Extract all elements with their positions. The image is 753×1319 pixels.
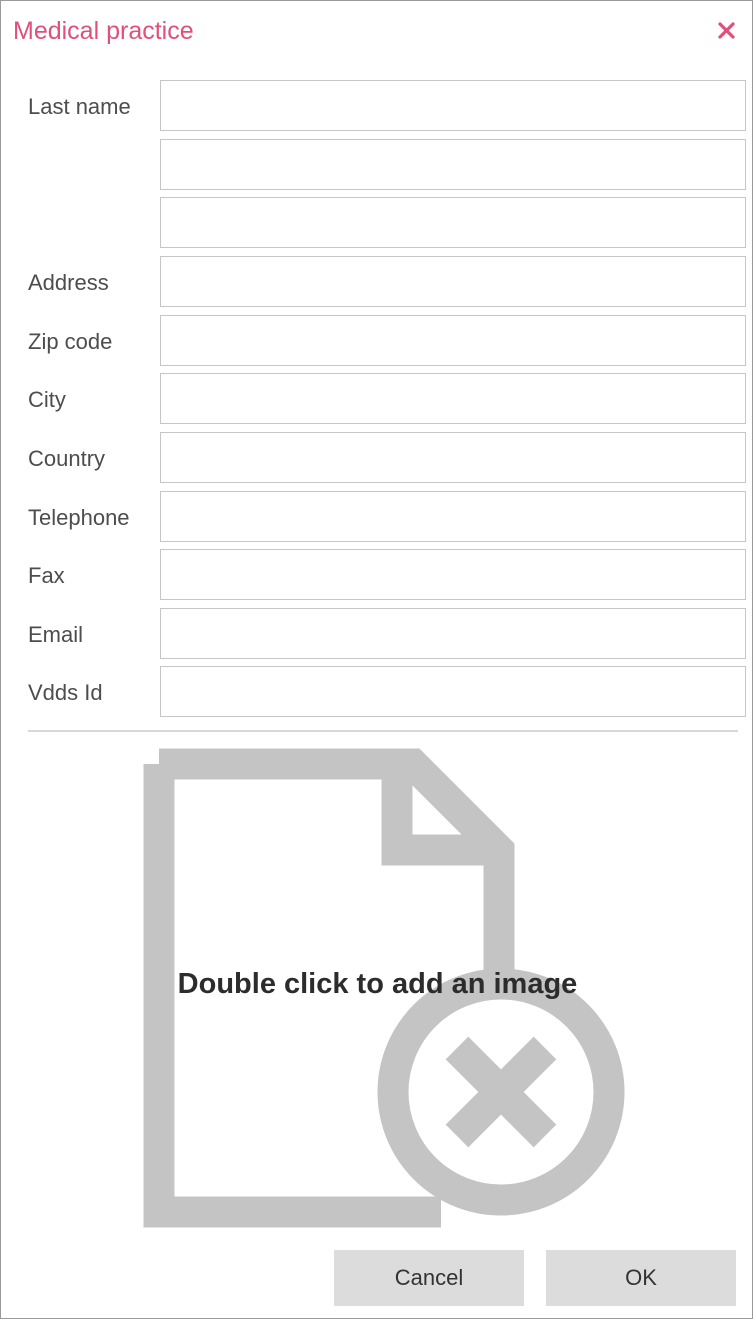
country-field[interactable] bbox=[160, 432, 746, 483]
email-label: Email bbox=[28, 622, 84, 647]
cancel-button[interactable]: Cancel bbox=[334, 1250, 524, 1306]
email-field[interactable] bbox=[160, 608, 746, 659]
close-icon[interactable] bbox=[712, 13, 742, 47]
last-name-field-1[interactable] bbox=[160, 80, 746, 131]
last-name-field-2[interactable] bbox=[160, 139, 746, 190]
telephone-label: Telephone bbox=[28, 505, 130, 530]
vdds-id-field[interactable] bbox=[160, 666, 746, 717]
medical-practice-dialog: Medical practice Last name Address Zip c… bbox=[0, 0, 753, 1319]
zip-code-label: Zip code bbox=[28, 329, 113, 354]
address-field[interactable] bbox=[160, 256, 746, 307]
city-field[interactable] bbox=[160, 373, 746, 424]
last-name-field-3[interactable] bbox=[160, 197, 746, 248]
fax-field[interactable] bbox=[160, 549, 746, 600]
city-label: City bbox=[28, 387, 66, 412]
address-label: Address bbox=[28, 270, 109, 295]
last-name-label: Last name bbox=[28, 94, 131, 119]
telephone-field[interactable] bbox=[160, 491, 746, 542]
ok-button[interactable]: OK bbox=[546, 1250, 736, 1306]
zip-code-field[interactable] bbox=[160, 315, 746, 366]
dialog-title: Medical practice bbox=[13, 17, 194, 45]
image-hint: Double click to add an image bbox=[177, 968, 578, 1000]
vdds-id-label: Vdds Id bbox=[28, 680, 103, 705]
fax-label: Fax bbox=[28, 563, 65, 588]
country-label: Country bbox=[28, 446, 106, 471]
divider bbox=[28, 730, 738, 732]
